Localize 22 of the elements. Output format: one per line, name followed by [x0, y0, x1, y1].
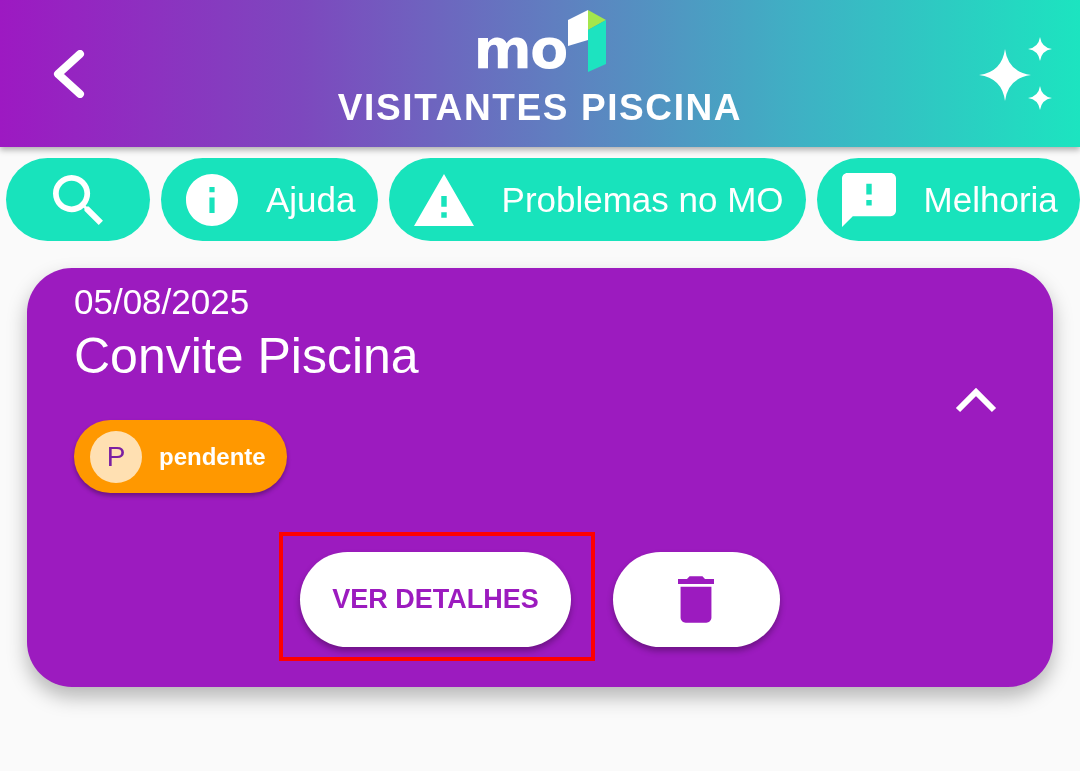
logo-wordmark: mo	[473, 26, 567, 72]
chevron-left-icon	[52, 49, 86, 98]
filter-chip[interactable]: Melhoria	[816, 158, 1080, 241]
chevron-up-icon	[954, 385, 998, 414]
info-icon	[186, 173, 238, 226]
warning-icon	[413, 173, 474, 226]
delete-button[interactable]	[612, 552, 780, 647]
expand-toggle[interactable]	[954, 385, 998, 414]
visit-title: Convite Piscina	[74, 327, 419, 386]
page-title: VISITANTES PISCINA	[337, 86, 743, 130]
sparkles-icon	[979, 36, 1053, 111]
search-icon	[53, 174, 103, 225]
details-button[interactable]: VER DETALHES	[300, 552, 571, 647]
filter-chip[interactable]: Problemas no MO	[388, 158, 806, 241]
visit-date: 05/08/2025	[74, 282, 251, 322]
initial-avatar: P	[90, 430, 142, 483]
trash-icon	[678, 576, 715, 623]
speech-bubble-icon	[841, 172, 896, 227]
status-label: pendente	[159, 442, 266, 471]
back-button[interactable]	[52, 49, 86, 98]
filter-chip[interactable]: Ajuda	[161, 158, 378, 241]
cube-icon	[566, 10, 607, 72]
